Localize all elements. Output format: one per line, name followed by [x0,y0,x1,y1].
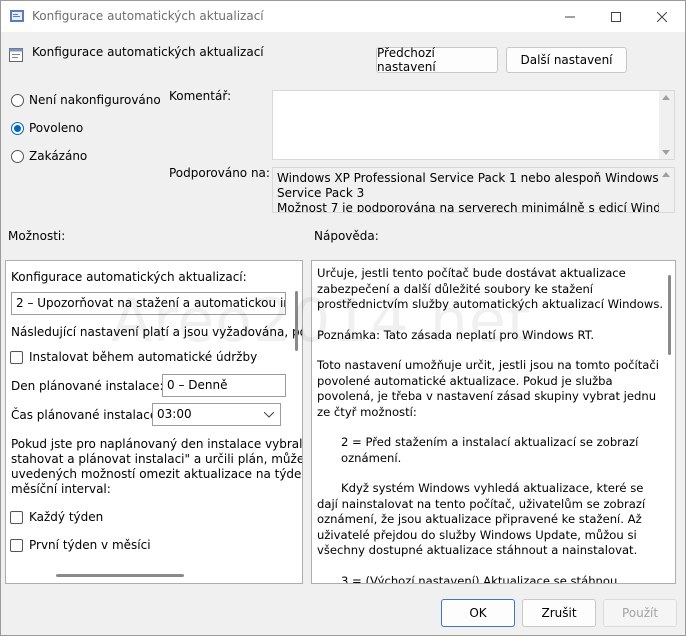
radio-indicator-selected [11,121,24,135]
scroll-down-icon [662,150,670,155]
options-label: Možnosti: [8,229,66,243]
chevron-down-icon [264,412,274,418]
comment-scrollbar[interactable] [659,91,674,159]
interval-line: uvedených možností omezit aktualizace na… [11,467,303,481]
next-setting-button[interactable]: Další nastavení [506,47,627,73]
previous-setting-button[interactable]: Předchozí nastavení [376,46,498,74]
apply-button[interactable]: Použít [603,599,677,627]
help-scroll-thumb[interactable] [668,275,671,355]
radio-disabled[interactable]: Zakázáno [11,149,87,163]
cancel-button[interactable]: Zrušit [522,599,596,627]
radio-indicator [11,149,24,163]
supported-label: Podporováno na: [169,166,270,180]
minimize-icon [565,16,575,17]
interval-line: měsíční interval: [11,482,111,496]
supported-scrollbar[interactable] [659,168,674,212]
checkbox-box [10,350,23,364]
help-label: Nápověda: [314,229,379,243]
help-paragraph: Když systém Windows vyhledá aktualizace,… [317,481,646,557]
options-horizontal-scroll-thumb[interactable] [56,574,184,577]
interval-description: Pokud jste pro naplánovaný den instalace… [11,437,303,497]
window-title: Konfigurace automatických aktualizací [32,9,264,23]
scroll-up-icon [662,95,670,100]
checkbox-label: První týden v měsíci [29,538,151,552]
close-icon [657,11,667,22]
interval-line: stahovat a plánovat instalaci" a určili … [11,452,303,466]
radio-label: Povoleno [29,121,84,135]
setting-title: Konfigurace automatických aktualizací [32,45,264,59]
install-time-dropdown[interactable]: 03:00 [152,403,281,426]
supported-line: Možnost 7 je podporována na serverech mi… [277,201,675,213]
install-day-dropdown[interactable]: 0 – Denně [162,374,286,397]
radio-not-configured[interactable]: Není nakonfigurováno [11,93,161,107]
checkbox-label: Každý týden [29,510,104,524]
comment-textarea[interactable] [272,90,675,160]
maximize-icon [611,11,621,22]
checkbox-first-week[interactable]: První týden v měsíci [10,538,151,552]
title-bar: Konfigurace automatických aktualizací [1,1,685,32]
radio-label: Není nakonfigurováno [29,93,161,107]
help-paragraph: 2 = Před stažením a instalací aktualizac… [341,435,639,465]
radio-label: Zakázáno [29,149,88,163]
watermark: Areo2014.net [111,286,532,356]
interval-line: Pokud jste pro naplánovaný den instalace… [11,437,303,451]
policy-setting-icon [9,48,23,62]
supported-on-box: Windows XP Professional Service Pack 1 n… [272,167,675,213]
policy-app-icon [10,10,24,22]
scroll-up-icon [662,172,670,177]
close-button[interactable] [639,1,685,32]
radio-enabled[interactable]: Povoleno [11,121,83,135]
radio-indicator [11,93,24,107]
checkbox-box [10,510,23,524]
ok-button[interactable]: OK [441,599,515,627]
comment-label: Komentář: [169,89,232,103]
help-paragraph: 3 = (Výchozí nastavení) Aktualizace se s… [341,573,618,584]
maximize-button[interactable] [593,1,639,32]
supported-line: Service Pack 3 [277,186,365,200]
options-title: Konfigurace automatických aktualizací: [11,270,247,284]
install-time-value: 03:00 [157,407,192,421]
time-label: Čas plánované instalace: [11,408,162,422]
supported-line: Windows XP Professional Service Pack 1 n… [277,171,675,185]
day-label: Den plánované instalace: [11,379,164,393]
minimize-button[interactable] [547,1,593,32]
checkbox-box [10,538,23,552]
policy-dialog: Konfigurace automatických aktualizací Ko… [0,0,686,636]
help-paragraph: Toto nastavení umožňuje určit, jestli js… [317,358,659,419]
checkbox-every-week[interactable]: Každý týden [10,510,103,524]
